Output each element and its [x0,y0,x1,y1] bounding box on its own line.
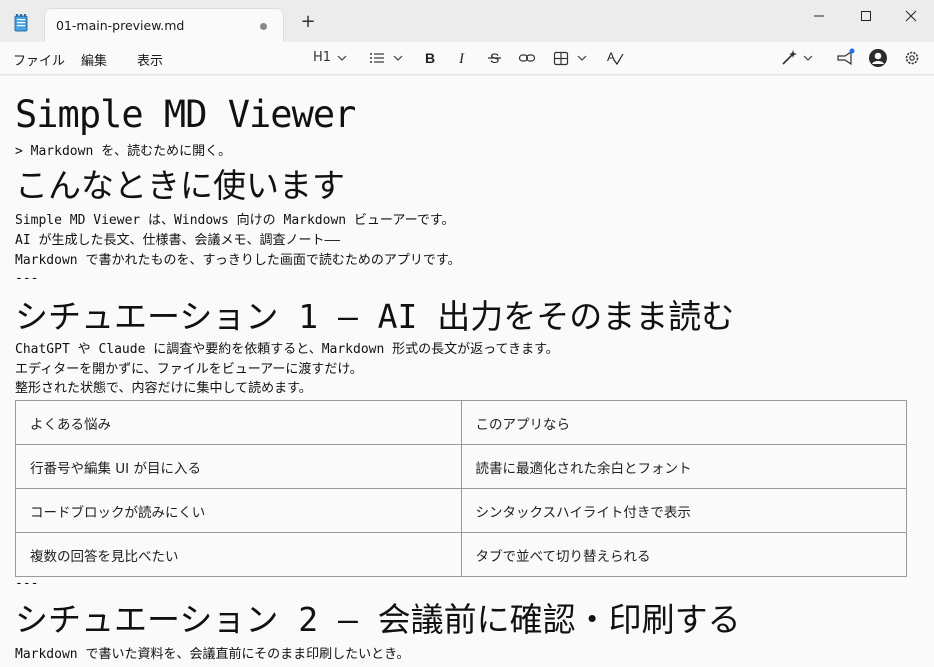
section-heading-situation-2: シチュエーション 2 — 会議前に確認・印刷する [15,600,741,639]
table-cell: 複数の回答を見比べたい [15,532,462,577]
paragraph-line: AI が生成した長文、仕様書、会議メモ、調査ノート—— [15,233,341,248]
horizontal-rule: --- [15,271,39,286]
table-cell: 行番号や編集 UI が目に入る [15,444,462,489]
link-icon[interactable] [518,48,536,68]
svg-text:B: B [425,50,435,66]
table-chevron-down-icon[interactable] [576,48,588,68]
account-avatar-icon[interactable] [868,48,888,68]
bold-icon[interactable]: B [423,48,437,68]
table-row: 複数の回答を見比べたい タブで並べて切り替えられる [15,532,907,577]
doc-title: Simple MD Viewer [15,93,356,136]
list-icon[interactable] [369,48,387,68]
maximize-button[interactable] [843,4,889,28]
strikethrough-icon[interactable]: S [487,48,503,68]
paragraph-line: ChatGPT や Claude に調査や要約を依頼すると、Markdown 形… [15,342,559,357]
paragraph-line: Markdown で書いた資料を、会議直前にそのまま印刷したいとき。 [15,647,410,662]
section-heading-usage: こんなときに使います [15,166,345,205]
table-row: 行番号や編集 UI が目に入る 読書に最適化された余白とフォント [15,444,907,489]
doc-tagline: > Markdown を、読むために開く。 [15,144,232,159]
copilot-pen-icon[interactable] [780,48,798,68]
table-icon[interactable] [553,48,569,68]
table-row: よくある悩み このアプリなら [15,400,907,445]
paragraph-line: エディターを開かずに、ファイルをビューアーに渡すだけ。 [15,362,363,377]
svg-text:I: I [458,51,465,67]
table-cell: タブで並べて切り替えられる [460,532,907,577]
paragraph-line: Markdown で書かれたものを、すっきりした画面で読むためのアプリです。 [15,253,461,268]
table-cell: よくある悩み [15,400,462,445]
table-cell: このアプリなら [460,400,907,445]
notepad-app-icon [14,14,28,32]
paragraph-line: 整形された状態で、内容だけに集中して読めます。 [15,381,312,396]
announcement-icon[interactable] [835,48,855,68]
menu-view[interactable]: 表示 [137,50,163,69]
paragraph-line: Simple MD Viewer は、Windows 向けの Markdown … [15,213,455,228]
table-cell: コードブロックが読みにくい [15,488,462,533]
italic-icon[interactable]: I [456,48,470,68]
table-cell: 読書に最適化された余白とフォント [460,444,907,489]
horizontal-rule: --- [15,576,39,591]
pen-chevron-down-icon[interactable] [802,48,814,68]
comparison-table: よくある悩み このアプリなら 行番号や編集 UI が目に入る 読書に最適化された… [15,400,907,577]
menu-file[interactable]: ファイル [13,50,65,69]
settings-gear-icon[interactable] [903,48,921,68]
heading-level-dropdown[interactable]: H1 [313,50,331,65]
chevron-down-icon[interactable] [336,48,348,68]
svg-text:A: A [607,50,615,64]
menu-edit[interactable]: 編集 [81,50,107,69]
section-heading-situation-1: シチュエーション 1 — AI 出力をそのまま読む [15,297,735,336]
list-chevron-down-icon[interactable] [392,48,404,68]
spellcheck-icon[interactable]: A [606,48,624,68]
close-button[interactable] [888,4,934,28]
table-cell: シンタックスハイライト付きで表示 [460,488,907,533]
table-row: コードブロックが読みにくい シンタックスハイライト付きで表示 [15,488,907,533]
new-tab-button[interactable]: + [298,12,318,32]
minimize-button[interactable] [796,4,842,28]
title-bar: 01-main-preview.md + [0,0,934,42]
menu-toolbar: ファイル 編集 表示 H1 B I S A [0,42,934,75]
unsaved-dot-icon[interactable] [260,23,267,30]
markdown-preview[interactable]: Simple MD Viewer > Markdown を、読むために開く。 こ… [0,76,934,667]
tab-title: 01-main-preview.md [56,18,185,33]
document-tab[interactable]: 01-main-preview.md [44,8,284,42]
